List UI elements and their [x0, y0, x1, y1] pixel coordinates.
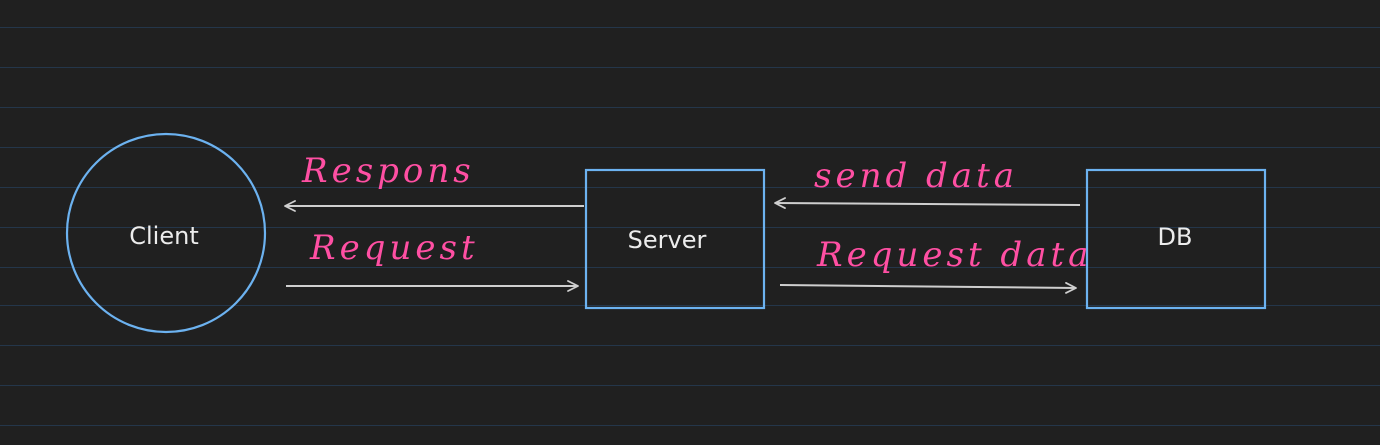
request-data-annotation: Request data [816, 235, 1092, 275]
client-label: Client [129, 222, 198, 250]
whiteboard-canvas: Client Server DB Respons Request send da… [0, 0, 1380, 445]
response-arrow[interactable]: Respons [284, 151, 584, 212]
server-label: Server [628, 226, 707, 254]
send-data-annotation: send data [814, 156, 1018, 196]
request-data-arrow-line [779, 281, 1077, 294]
request-annotation: Request [309, 228, 479, 268]
server-node[interactable]: Server [584, 168, 766, 310]
db-label: DB [1158, 223, 1193, 251]
request-arrow[interactable]: Request [286, 228, 579, 292]
db-node[interactable]: DB [1085, 168, 1267, 310]
architecture-diagram: Client Server DB Respons Request send da… [65, 132, 1267, 334]
send-data-arrow-line [774, 197, 1081, 209]
send-data-arrow[interactable]: send data [774, 156, 1081, 209]
response-annotation: Respons [301, 151, 475, 191]
request-data-arrow[interactable]: Request data [779, 235, 1092, 294]
client-node[interactable]: Client [65, 132, 267, 334]
